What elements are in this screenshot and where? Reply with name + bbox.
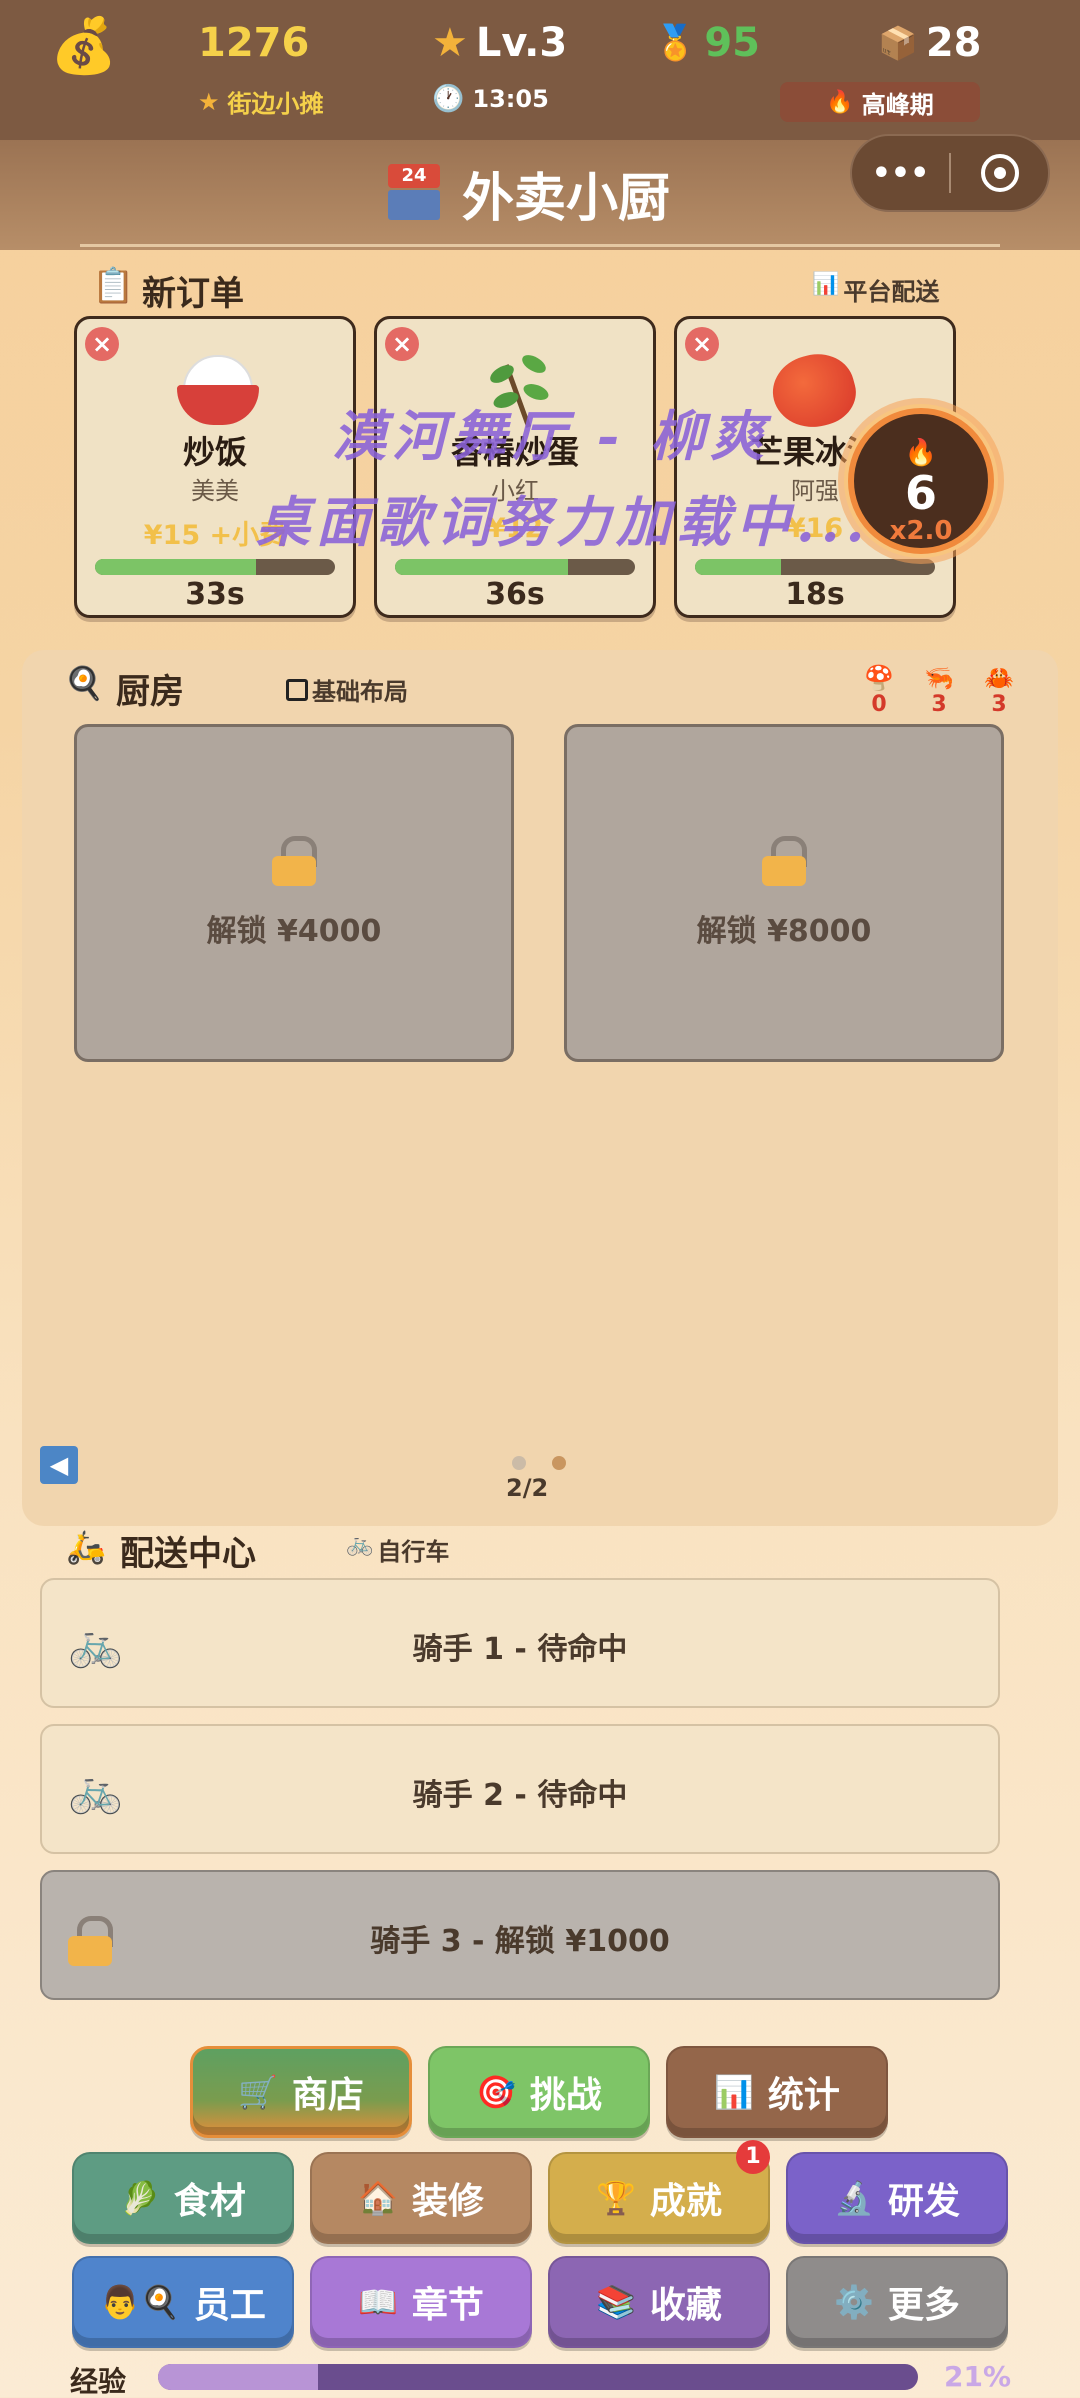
order-time: 33s xyxy=(185,577,245,612)
exp-percent: 21% xyxy=(944,2360,1012,2393)
chart-icon: 📊 xyxy=(812,272,840,297)
miniprogram-capsule: ••• xyxy=(850,134,1050,212)
divider xyxy=(80,244,1000,247)
frying-pan-icon: 🍳 xyxy=(64,664,104,702)
target-icon: 🎯 xyxy=(476,2073,516,2111)
order-timer-bar xyxy=(695,559,935,575)
rider-slot-locked[interactable]: 骑手 3 - 解锁 ¥1000 xyxy=(40,1870,1000,2000)
decor-button[interactable]: 🏠 装修 xyxy=(310,2152,532,2244)
exp-bar xyxy=(158,2364,918,2390)
page-title: 外卖小厨 xyxy=(462,169,671,229)
close-icon[interactable]: × xyxy=(385,327,419,361)
kitchen-slot-locked[interactable]: 解锁 ¥4000 xyxy=(74,724,514,1062)
lock-icon xyxy=(762,836,807,886)
peak-period-badge: 🔥 高峰期 xyxy=(780,82,980,122)
notification-badge: 1 xyxy=(736,2140,770,2174)
combo-count: 6 xyxy=(904,466,937,520)
rider-slot[interactable]: 🚲 骑手 1 - 待命中 xyxy=(40,1578,1000,1708)
platform-delivery-label: 📊 平台配送 xyxy=(812,272,940,306)
chapter-button[interactable]: 📖 章节 xyxy=(310,2256,532,2348)
close-target-icon[interactable] xyxy=(951,154,1048,192)
unlock-price: 解锁 ¥8000 xyxy=(696,914,872,949)
page-indicator: 2/2 xyxy=(506,1474,549,1502)
star-icon: ★ xyxy=(432,20,468,66)
dish-name: 炒饭 xyxy=(182,433,247,471)
shop-level-label: ★ 街边小摊 xyxy=(198,87,324,119)
challenge-button[interactable]: 🎯 挑战 xyxy=(428,2046,650,2138)
unlock-price: 解锁 ¥4000 xyxy=(206,914,382,949)
microscope-icon: 🔬 xyxy=(834,2179,874,2217)
ingredient-stock: 🦐 3 xyxy=(924,664,954,717)
more-button[interactable]: ⚙️ 更多 xyxy=(786,2256,1008,2348)
page-dot-active[interactable] xyxy=(552,1456,566,1470)
chef-icon: 👨🍳 xyxy=(100,2283,180,2321)
rider-status: 骑手 2 - 待命中 xyxy=(412,1778,628,1813)
medal-icon: 🏅 xyxy=(654,23,697,63)
box-icon: 📦 xyxy=(878,24,918,62)
ingredient-stock: 🦀 3 xyxy=(984,664,1014,717)
collection-button[interactable]: 📚 收藏 xyxy=(548,2256,770,2348)
prev-page-button[interactable]: ◀ xyxy=(40,1446,78,1484)
staff-button[interactable]: 👨🍳 员工 xyxy=(72,2256,294,2348)
stats-button[interactable]: 📊 统计 xyxy=(666,2046,888,2138)
close-icon[interactable]: × xyxy=(685,327,719,361)
shrimp-icon: 🦐 xyxy=(924,664,954,692)
crab-icon: 🦀 xyxy=(984,664,1014,692)
star-icon: ★ xyxy=(198,87,220,116)
rider-slot[interactable]: 🚲 骑手 2 - 待命中 xyxy=(40,1724,1000,1854)
clipboard-icon: 📋 xyxy=(92,266,135,306)
kitchen-slot-locked[interactable]: 解锁 ¥8000 xyxy=(564,724,1004,1062)
cart-icon: 🛒 xyxy=(238,2073,278,2111)
coin-count: 1276 xyxy=(198,20,310,66)
lyric-overlay-line2: 桌面歌词努力加载中... xyxy=(256,490,871,554)
lock-icon xyxy=(272,836,317,886)
scooter-icon: 🛵 xyxy=(66,1528,106,1566)
store-24h-icon: 24 xyxy=(388,164,440,220)
level-display: ★ Lv.3 xyxy=(432,20,568,66)
exp-label: 经验 xyxy=(70,2365,127,2398)
rider-status: 骑手 1 - 待命中 xyxy=(412,1632,628,1667)
vehicle-label: 🚲 自行车 xyxy=(346,1532,450,1566)
more-dots-icon[interactable]: ••• xyxy=(852,156,949,191)
medal-display: 🏅 95 xyxy=(654,20,761,66)
shop-button[interactable]: 🛒 商店 xyxy=(190,2046,412,2138)
chart-icon: 📊 xyxy=(714,2073,754,2111)
kitchen-header: 厨房 xyxy=(116,672,184,712)
layout-label[interactable]: 基础布局 xyxy=(286,672,408,707)
box-display: 📦 28 xyxy=(878,20,982,66)
order-card[interactable]: × 炒饭 美美 ¥15 +小费 33s xyxy=(74,316,356,618)
achievement-button[interactable]: 🏆 成就 xyxy=(548,2152,770,2244)
fire-icon: 🔥 xyxy=(826,89,854,115)
lettuce-icon: 🥬 xyxy=(120,2179,160,2217)
fire-icon: 🔥 xyxy=(904,438,938,468)
bicycle-icon: 🚲 xyxy=(346,1532,374,1557)
gear-icon: ⚙️ xyxy=(834,2283,874,2321)
ingredients-button[interactable]: 🥬 食材 xyxy=(72,2152,294,2244)
orders-header: 新订单 xyxy=(142,274,244,314)
ingredient-stock: 🍄 0 xyxy=(864,664,894,717)
research-button[interactable]: 🔬 研发 xyxy=(786,2152,1008,2244)
game-clock: 🕐 13:05 xyxy=(432,84,549,114)
order-time: 36s xyxy=(485,577,545,612)
trophy-icon: 🏆 xyxy=(596,2179,636,2217)
delivery-header: 配送中心 xyxy=(120,1534,256,1574)
square-icon xyxy=(286,678,308,701)
rice-bowl-icon xyxy=(177,355,259,425)
page-dot[interactable] xyxy=(512,1456,526,1470)
order-timer-bar xyxy=(95,559,335,575)
house-icon: 🏠 xyxy=(358,2179,398,2217)
mushroom-icon: 🍄 xyxy=(864,664,894,692)
rider-unlock-price: 骑手 3 - 解锁 ¥1000 xyxy=(370,1924,670,1959)
order-timer-bar xyxy=(395,559,635,575)
order-time: 18s xyxy=(785,577,845,612)
money-bag-icon: 💰 xyxy=(50,14,118,77)
books-icon: 📚 xyxy=(596,2283,636,2321)
mango-icon xyxy=(765,345,863,437)
combo-multiplier: x2.0 xyxy=(889,516,953,546)
clock-icon: 🕐 xyxy=(432,84,465,114)
book-icon: 📖 xyxy=(358,2283,398,2321)
lyric-overlay-line1: 漠河舞厅 - 柳爽 xyxy=(332,404,771,468)
close-icon[interactable]: × xyxy=(85,327,119,361)
